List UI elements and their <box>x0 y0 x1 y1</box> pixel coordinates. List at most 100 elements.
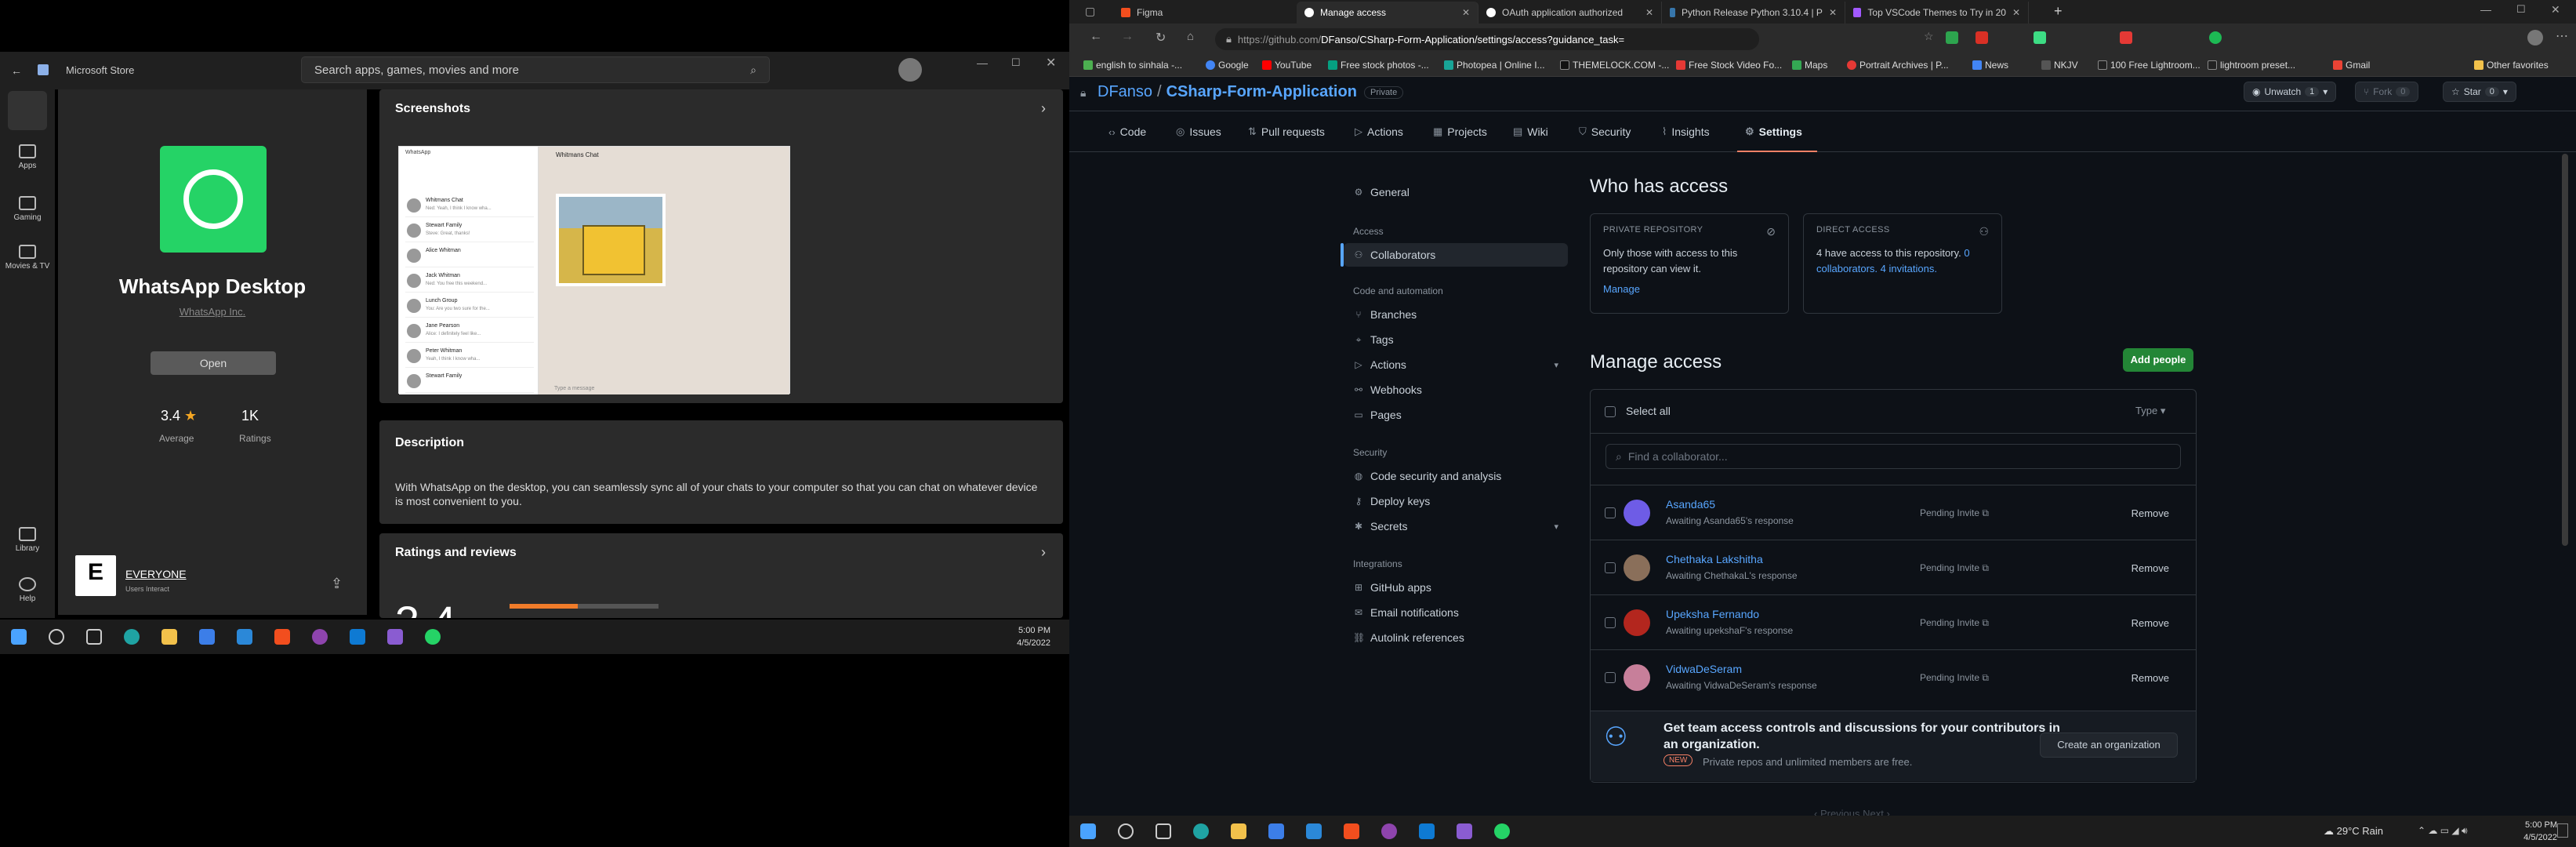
favorite-star-icon[interactable]: ☆ <box>1924 30 1934 43</box>
collaborator-name-link[interactable]: Chethaka Lakshitha <box>1666 553 1763 565</box>
copy-icon[interactable]: ⧉ <box>1982 672 1989 683</box>
copy-icon[interactable]: ⧉ <box>1982 617 1989 628</box>
tab-actions-icon[interactable]: ▢ <box>1085 5 1095 18</box>
whatsapp-icon[interactable] <box>425 629 441 645</box>
tab-projects[interactable]: ▦ Projects <box>1433 125 1487 138</box>
minimize-icon[interactable]: — <box>2480 3 2491 16</box>
sidebar-item-email-notifications[interactable]: ✉ Email notifications <box>1344 601 1568 624</box>
bookmark-item[interactable]: Portrait Archives | P... <box>1847 60 1949 71</box>
store-icon[interactable] <box>199 629 215 645</box>
url-bar[interactable]: 🔒︎ https://github.com/DFanso/CSharp-Form… <box>1215 28 1759 50</box>
weather-widget[interactable]: ☁ 29°C Rain <box>2324 825 2383 838</box>
vscode-icon[interactable] <box>350 629 365 645</box>
close-icon[interactable]: ✕ <box>1462 7 1470 18</box>
remove-button[interactable]: Remove <box>2132 672 2169 684</box>
bookmark-item[interactable]: english to sinhala -... <box>1083 60 1182 71</box>
search-icon[interactable] <box>49 629 64 645</box>
search-icon[interactable]: ⌕ <box>750 64 756 77</box>
tab-oauth[interactable]: OAuth application authorized ✕ <box>1478 2 1662 24</box>
sidebar-item-github-apps[interactable]: ⊞ GitHub apps <box>1344 576 1568 599</box>
share-icon[interactable]: ⇪ <box>331 576 343 592</box>
extension-icon[interactable] <box>2209 31 2222 44</box>
tab-pull-requests[interactable]: ⇅ Pull requests <box>1248 125 1325 138</box>
type-filter-dropdown[interactable]: Type ▾ <box>2135 405 2165 417</box>
task-view-icon[interactable] <box>1156 823 1171 839</box>
bookmark-item[interactable]: 100 Free Lightroom... <box>2098 60 2200 71</box>
tab-vscode-themes[interactable]: Top VSCode Themes to Try in 20 ✕ <box>1845 2 2029 24</box>
other-favorites[interactable]: Other favorites <box>2474 60 2549 71</box>
tab-settings[interactable]: ⚙ Settings <box>1745 125 1802 138</box>
left-clock[interactable]: 5:00 PM 4/5/2022 <box>1017 624 1050 649</box>
tab-wiki[interactable]: ▤ Wiki <box>1513 125 1548 138</box>
windows-start-icon[interactable] <box>1080 823 1096 839</box>
extension-icon[interactable] <box>2120 31 2132 44</box>
file-explorer-icon[interactable] <box>161 629 177 645</box>
mail-icon[interactable] <box>237 629 252 645</box>
tab-issues[interactable]: ◎ Issues <box>1176 125 1221 138</box>
copy-icon[interactable]: ⧉ <box>1982 562 1989 573</box>
edge-browser-icon[interactable] <box>124 629 140 645</box>
extension-icon[interactable] <box>1976 31 1988 44</box>
copy-icon[interactable]: ⧉ <box>1982 507 1989 518</box>
collaborator-name-link[interactable]: VidwaDeSeram <box>1666 663 1742 675</box>
tab-manage-access[interactable]: Manage access ✕ <box>1297 2 1478 24</box>
repo-owner-link[interactable]: DFanso <box>1098 83 1152 100</box>
invitations-link[interactable]: 4 invitations. <box>1881 263 1937 274</box>
refresh-icon[interactable]: ↻ <box>1156 30 1166 45</box>
bookmark-item[interactable]: Free stock photos -... <box>1328 60 1429 71</box>
tab-python[interactable]: Python Release Python 3.10.4 | P ✕ <box>1662 2 1845 24</box>
close-icon[interactable]: ✕ <box>2012 7 2020 18</box>
close-icon[interactable]: ✕ <box>1829 7 1837 18</box>
edge-browser-icon[interactable] <box>1193 823 1209 839</box>
select-all-label[interactable]: Select all <box>1626 405 1671 417</box>
bookmark-item[interactable]: Google <box>1206 60 1249 71</box>
profile-avatar[interactable] <box>2527 30 2543 45</box>
close-window-icon[interactable]: ✕ <box>2551 3 2560 16</box>
bookmark-item[interactable]: News <box>1972 60 2008 71</box>
home-icon[interactable]: ⌂ <box>1187 30 1194 43</box>
github-desktop-icon[interactable] <box>312 629 328 645</box>
extension-icon[interactable] <box>2034 31 2046 44</box>
home-icon[interactable] <box>8 91 47 130</box>
rail-gaming[interactable]: Gaming <box>0 196 55 222</box>
find-collaborator-input[interactable]: ⌕ Find a collaborator... <box>1605 444 2181 469</box>
search-icon[interactable] <box>1118 823 1134 839</box>
repo-name-link[interactable]: CSharp-Form-Application <box>1166 83 1357 100</box>
create-organization-button[interactable]: Create an organization <box>2040 732 2178 758</box>
chevron-right-icon[interactable]: › <box>1041 544 1046 561</box>
forward-arrow-icon[interactable]: → <box>1121 30 1134 44</box>
tab-insights[interactable]: ⌇ Insights <box>1662 125 1710 138</box>
sidebar-item-code-security[interactable]: ◍ Code security and analysis <box>1344 464 1568 488</box>
store-icon[interactable] <box>1268 823 1284 839</box>
page-scrollbar[interactable] <box>2562 154 2568 546</box>
open-button[interactable]: Open <box>151 351 276 375</box>
figma-icon[interactable] <box>1344 823 1359 839</box>
task-view-icon[interactable] <box>86 629 102 645</box>
row-checkbox[interactable] <box>1605 672 1616 683</box>
app-publisher-link[interactable]: WhatsApp Inc. <box>58 306 367 318</box>
row-checkbox[interactable] <box>1605 617 1616 628</box>
tab-actions[interactable]: ▷ Actions <box>1355 125 1403 138</box>
close-window-icon[interactable]: ✕ <box>1046 55 1056 71</box>
remove-button[interactable]: Remove <box>2132 507 2169 519</box>
extension-shield-icon[interactable] <box>1946 31 1958 44</box>
chevron-right-icon[interactable]: › <box>1041 100 1046 117</box>
rail-library[interactable]: Library <box>0 527 55 553</box>
close-icon[interactable]: ✕ <box>1645 7 1653 18</box>
sidebar-item-deploy-keys[interactable]: ⚷ Deploy keys <box>1344 489 1568 513</box>
mail-icon[interactable] <box>1306 823 1322 839</box>
maximize-icon[interactable]: ☐ <box>1011 56 1021 69</box>
manage-visibility-link[interactable]: Manage <box>1603 283 1640 295</box>
app-screenshot[interactable]: WhatsApp Whitmans Chat Ned: Yeah, I think… <box>398 146 790 394</box>
sidebar-item-collaborators[interactable]: ⚇ Collaborators <box>1344 243 1568 267</box>
sidebar-item-webhooks[interactable]: ⚯ Webhooks <box>1344 378 1568 402</box>
row-checkbox[interactable] <box>1605 507 1616 518</box>
bookmark-item[interactable]: lightroom preset... <box>2208 60 2295 71</box>
minimize-icon[interactable]: — <box>977 56 988 69</box>
fork-button[interactable]: ⑂ Fork 0 <box>2355 82 2419 102</box>
windows-start-icon[interactable] <box>11 629 27 645</box>
visual-studio-icon[interactable] <box>387 629 403 645</box>
rail-help[interactable]: Help <box>0 577 55 603</box>
sidebar-item-tags[interactable]: ⌖ Tags <box>1344 328 1568 351</box>
back-arrow-icon[interactable]: ← <box>1090 30 1102 44</box>
